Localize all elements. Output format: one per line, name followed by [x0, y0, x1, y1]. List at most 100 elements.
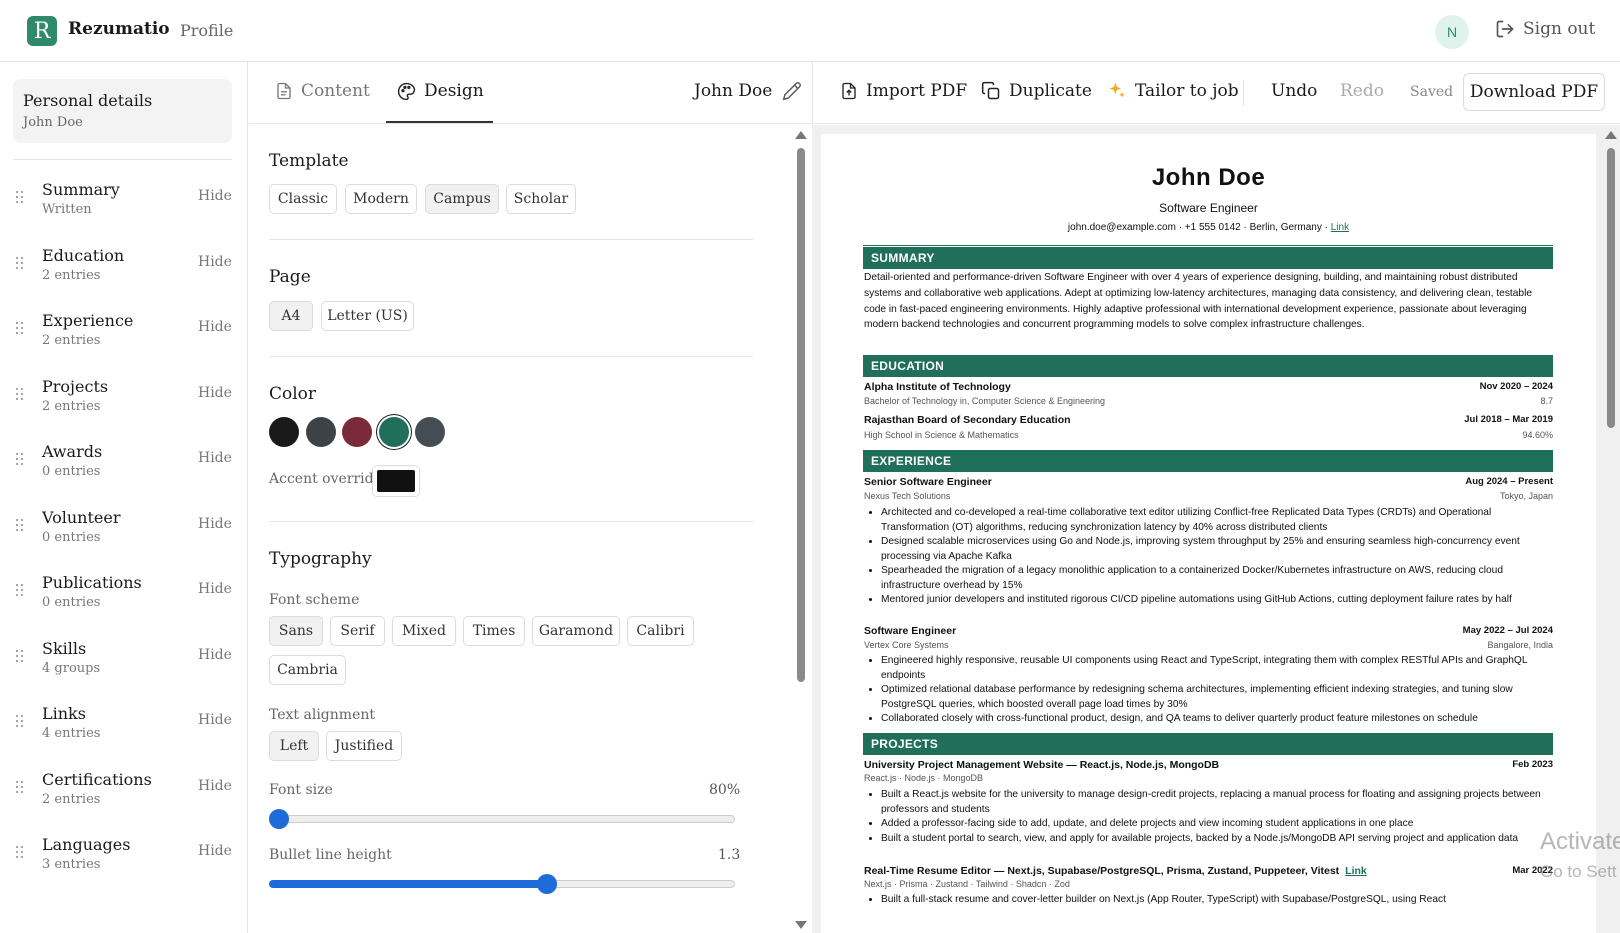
sidebar-item-awards[interactable]: Awards 0 entries Hide — [0, 440, 248, 496]
font-scheme-garamond[interactable]: Garamond — [532, 616, 620, 646]
experience-company-text: Nexus Tech Solutions — [864, 491, 951, 501]
font-scheme-mixed[interactable]: Mixed — [392, 616, 456, 646]
template-scholar[interactable]: Scholar — [506, 184, 576, 214]
redo-button[interactable]: Redo — [1340, 81, 1384, 101]
color-swatch[interactable] — [378, 417, 409, 447]
alignment-left[interactable]: Left — [269, 731, 319, 761]
duplicate-button[interactable]: Duplicate — [981, 81, 1092, 101]
slider-handle[interactable] — [536, 874, 557, 894]
color-swatch[interactable] — [342, 417, 372, 447]
sidebar-item-volunteer[interactable]: Volunteer 0 entries Hide — [0, 506, 248, 562]
font-scheme-calibri[interactable]: Calibri — [627, 616, 694, 646]
document-name[interactable]: John Doe — [694, 81, 802, 101]
sidebar-item-languages[interactable]: Languages 3 entries Hide — [0, 833, 248, 889]
drag-handle-icon[interactable] — [16, 649, 24, 664]
font-size-label: Font size — [269, 782, 333, 798]
tab-design[interactable]: Design — [397, 81, 484, 101]
accent-color-fill — [377, 470, 415, 492]
color-swatch[interactable] — [269, 417, 299, 447]
sidebar-item-certifications[interactable]: Certifications 2 entries Hide — [0, 768, 248, 824]
design-scrollbar[interactable] — [797, 148, 805, 682]
education-detail-meta: 94.60% — [1522, 430, 1553, 440]
page-letter-us[interactable]: Letter (US) — [321, 301, 414, 331]
drag-handle-icon[interactable] — [16, 387, 24, 402]
slider-handle[interactable] — [269, 809, 289, 829]
hide-section-button[interactable]: Hide — [198, 450, 232, 466]
slider-track[interactable] — [269, 815, 735, 823]
sidebar-item-label: Experience — [42, 311, 134, 330]
tab-content[interactable]: Content — [275, 81, 370, 101]
pencil-icon[interactable] — [782, 81, 802, 101]
brand-name[interactable]: Rezumatio — [68, 19, 170, 39]
hide-section-button[interactable]: Hide — [198, 254, 232, 270]
active-tab-indicator — [386, 121, 493, 123]
sidebar-item-skills[interactable]: Skills 4 groups Hide — [0, 637, 248, 693]
hide-section-button[interactable]: Hide — [198, 843, 232, 859]
design-options: Template Classic Modern Campus Scholar Page… — [249, 125, 811, 933]
app-logo[interactable]: R — [27, 16, 57, 46]
sidebar-item-education[interactable]: Education 2 entries Hide — [0, 244, 248, 300]
sidebar-item-publications[interactable]: Publications 0 entries Hide — [0, 571, 248, 627]
drag-handle-icon[interactable] — [16, 453, 24, 467]
design-panel: Content Design John Doe Template Classic… — [249, 62, 811, 933]
project-link[interactable]: Link — [1345, 865, 1367, 877]
typography-heading: Typography — [269, 549, 372, 569]
template-campus[interactable]: Campus — [425, 184, 499, 214]
scroll-up-arrow[interactable] — [795, 131, 807, 139]
hide-section-button[interactable]: Hide — [198, 516, 232, 532]
sidebar-item-projects[interactable]: Projects 2 entries Hide — [0, 375, 248, 431]
divider — [269, 239, 753, 240]
hide-section-button[interactable]: Hide — [198, 385, 232, 401]
sidebar-item-label: Summary — [42, 180, 120, 199]
drag-handle-icon[interactable] — [16, 584, 24, 598]
accent-color-picker[interactable] — [372, 465, 420, 497]
font-size-value: 80% — [709, 782, 741, 798]
sidebar-item-summary[interactable]: Summary Written Hide — [0, 178, 248, 234]
hide-section-button[interactable]: Hide — [198, 581, 232, 597]
sign-out-button[interactable]: Sign out — [1495, 19, 1595, 39]
template-modern[interactable]: Modern — [345, 184, 417, 214]
color-swatch[interactable] — [415, 417, 445, 447]
personal-details-card[interactable]: Personal details John Doe — [13, 79, 232, 143]
project-entry-date: Feb 2023 — [1512, 759, 1553, 770]
scroll-down-arrow[interactable] — [795, 921, 807, 929]
template-classic[interactable]: Classic — [269, 184, 337, 214]
font-scheme-serif[interactable]: Serif — [330, 616, 385, 646]
document-name-label: John Doe — [694, 81, 773, 101]
bullet-item: Engineered highly responsive, reusable U… — [881, 654, 1554, 683]
sidebar-item-experience[interactable]: Experience 2 entries Hide — [0, 309, 248, 365]
font-scheme-times[interactable]: Times — [463, 616, 525, 646]
profile-link[interactable]: Profile — [180, 21, 233, 40]
hide-section-button[interactable]: Hide — [198, 647, 232, 663]
tailor-to-job-button[interactable]: Tailor to job — [1107, 81, 1239, 101]
undo-label: Undo — [1271, 81, 1318, 101]
preview-scroll-up-arrow[interactable] — [1605, 131, 1617, 139]
drag-handle-icon[interactable] — [16, 518, 24, 533]
hide-section-button[interactable]: Hide — [198, 778, 232, 794]
drag-handle-icon[interactable] — [16, 256, 24, 271]
drag-handle-icon[interactable] — [16, 715, 24, 729]
font-scheme-cambria[interactable]: Cambria — [269, 655, 346, 685]
download-pdf-button[interactable]: Download PDF — [1463, 73, 1605, 111]
drag-handle-icon[interactable] — [16, 191, 24, 205]
preview-scrollbar[interactable] — [1607, 148, 1615, 428]
drag-handle-icon[interactable] — [16, 322, 24, 336]
contact-link[interactable]: Link — [1331, 222, 1349, 233]
resume-name: John Doe — [1151, 164, 1266, 191]
hide-section-button[interactable]: Hide — [198, 319, 232, 335]
drag-handle-icon[interactable] — [16, 846, 24, 860]
avatar[interactable]: N — [1435, 15, 1469, 49]
sidebar-item-links[interactable]: Links 4 entries Hide — [0, 702, 248, 758]
personal-details-subtitle: John Doe — [23, 115, 83, 130]
font-scheme-sans[interactable]: Sans — [269, 616, 323, 646]
undo-button[interactable]: Undo — [1271, 81, 1317, 101]
page-a4[interactable]: A4 — [269, 301, 313, 331]
hide-section-button[interactable]: Hide — [198, 712, 232, 728]
drag-handle-icon[interactable] — [16, 780, 24, 795]
hide-section-button[interactable]: Hide — [198, 188, 232, 204]
import-pdf-button[interactable]: Import PDF — [840, 81, 967, 101]
sidebar-item-label: Volunteer — [42, 507, 121, 527]
sidebar-item-count: 0 entries — [42, 464, 101, 479]
alignment-justified[interactable]: Justified — [326, 731, 402, 761]
color-swatch[interactable] — [305, 417, 336, 447]
